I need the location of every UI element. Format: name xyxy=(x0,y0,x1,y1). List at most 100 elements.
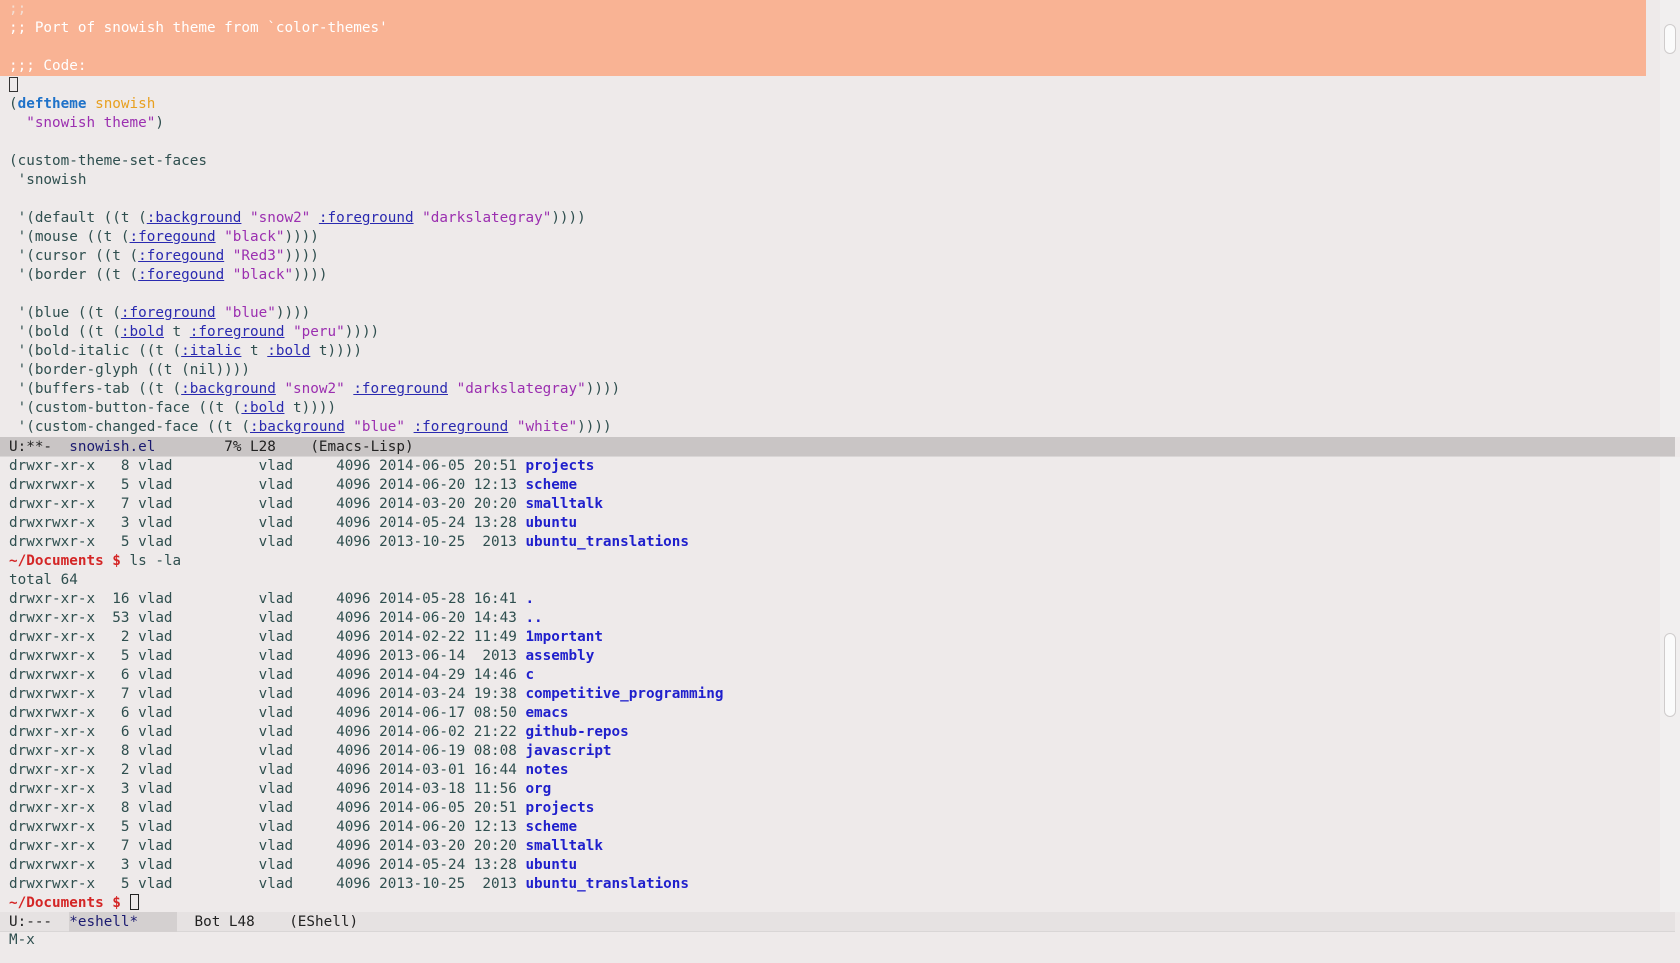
ls-row-meta: drwxrwxr-x 5 vlad vlad 4096 2013-10-25 2… xyxy=(9,876,526,892)
bottom-scrollbar-thumb[interactable] xyxy=(1664,633,1676,717)
face-key[interactable]: :foreground xyxy=(190,324,285,340)
ls-row: drwxrwxr-x 3 vlad vlad 4096 2014-05-24 1… xyxy=(0,514,1660,533)
mode-line-bottom[interactable]: U:--- *eshell* Bot L48 (EShell) xyxy=(0,912,1675,932)
face-key[interactable]: :foregound xyxy=(138,267,224,283)
face-key[interactable]: :background xyxy=(147,210,242,226)
ls-row-meta: drwxrwxr-x 7 vlad vlad 4096 2014-03-24 1… xyxy=(9,686,526,702)
mode-line-major-mode[interactable]: (EShell) xyxy=(289,914,358,930)
face-key[interactable]: :foreground xyxy=(319,210,414,226)
face-key[interactable]: :foregound xyxy=(130,229,216,245)
ls-row-dirname[interactable]: projects xyxy=(525,800,594,816)
keyword-deftheme: deftheme xyxy=(17,96,87,112)
ls-row-dirname[interactable]: ubuntu xyxy=(525,857,577,873)
ls-row: drwxr-xr-x 6 vlad vlad 4096 2014-06-02 2… xyxy=(0,723,1660,742)
face-line-mouse: '(mouse ((t (:foregound "black")))) xyxy=(9,229,319,245)
ls-row-meta: drwxrwxr-x 3 vlad vlad 4096 2014-05-24 1… xyxy=(9,857,526,873)
ls-row-dirname[interactable]: scheme xyxy=(525,819,577,835)
ls-row-dirname[interactable]: projects xyxy=(525,458,594,474)
ls-row-meta: drwxr-xr-x 7 vlad vlad 4096 2014-03-20 2… xyxy=(9,838,526,854)
face-key[interactable]: :bold xyxy=(121,324,164,340)
face-key[interactable]: :foreground xyxy=(414,419,509,435)
ls-row-dirname[interactable]: javascript xyxy=(525,743,611,759)
ls-row-dirname[interactable]: ubuntu_translations xyxy=(525,876,689,892)
mode-line-position: Bot L48 xyxy=(194,914,255,930)
theme-name: snowish xyxy=(95,96,156,112)
face-key[interactable]: :foreground xyxy=(121,305,216,321)
mode-line-major-mode[interactable]: (Emacs-Lisp) xyxy=(310,439,413,455)
top-scrollbar-thumb[interactable] xyxy=(1664,24,1676,54)
ls-row-dirname[interactable]: competitive_programming xyxy=(525,686,723,702)
eshell-input-line[interactable]: ~/Documents $ xyxy=(0,894,1660,912)
ls-row: drwxrwxr-x 6 vlad vlad 4096 2014-06-17 0… xyxy=(0,704,1660,723)
ls-row-meta: drwxrwxr-x 6 vlad vlad 4096 2014-04-29 1… xyxy=(9,667,526,683)
ls-row-dirname[interactable]: assembly xyxy=(525,648,594,664)
ls-row: drwxrwxr-x 5 vlad vlad 4096 2013-10-25 2… xyxy=(0,533,1660,552)
face-key[interactable]: :foreground xyxy=(353,381,448,397)
face-key[interactable]: :bold xyxy=(267,343,310,359)
ls-row: drwxr-xr-x 8 vlad vlad 4096 2014-06-05 2… xyxy=(0,799,1660,818)
face-key[interactable]: :background xyxy=(181,381,276,397)
face-line-bold: '(bold ((t (:bold t :foreground "peru"))… xyxy=(9,324,380,340)
ls-row-dirname[interactable]: emacs xyxy=(525,705,568,721)
mode-line-position: 7% L28 xyxy=(224,439,276,455)
ls-row-dirname[interactable]: org xyxy=(525,781,551,797)
face-line-border: '(border ((t (:foregound "black")))) xyxy=(9,267,328,283)
bottom-scrollbar[interactable] xyxy=(1660,457,1680,912)
ls-row: drwxr-xr-x 8 vlad vlad 4096 2014-06-05 2… xyxy=(0,457,1660,476)
eshell-window[interactable]: drwxr-xr-x 8 vlad vlad 4096 2014-06-05 2… xyxy=(0,457,1660,912)
highlighted-comment-line: ;; Port of snowish theme from `color-the… xyxy=(0,19,1646,38)
ls-row-dirname[interactable]: 1mportant xyxy=(525,629,602,645)
current-listing: drwxr-xr-x 16 vlad vlad 4096 2014-05-28 … xyxy=(0,590,1660,894)
minibuffer[interactable]: M-x xyxy=(0,931,1680,963)
face-key[interactable]: :italic xyxy=(181,343,241,359)
ls-row-dirname[interactable]: github-repos xyxy=(525,724,628,740)
ls-row: drwxr-xr-x 53 vlad vlad 4096 2014-06-20 … xyxy=(0,609,1660,628)
ls-row: drwxr-xr-x 7 vlad vlad 4096 2014-03-20 2… xyxy=(0,837,1660,856)
text-cursor xyxy=(129,894,139,910)
ls-row-meta: drwxrwxr-x 3 vlad vlad 4096 2014-05-24 1… xyxy=(9,515,526,531)
ls-row-dirname[interactable]: notes xyxy=(525,762,568,778)
top-scrollbar[interactable] xyxy=(1660,0,1680,437)
ls-row-dirname[interactable]: .. xyxy=(525,610,542,626)
ls-row: drwxrwxr-x 6 vlad vlad 4096 2014-04-29 1… xyxy=(0,666,1660,685)
face-key[interactable]: :foregound xyxy=(138,248,224,264)
ls-row-dirname[interactable]: . xyxy=(525,591,534,607)
face-key[interactable]: :bold xyxy=(241,400,284,416)
mode-line-top[interactable]: U:**- snowish.el 7% L28 (Emacs-Lisp) xyxy=(0,437,1675,457)
ls-row-meta: drwxr-xr-x 8 vlad vlad 4096 2014-06-19 0… xyxy=(9,743,526,759)
face-key[interactable]: :background xyxy=(250,419,345,435)
ls-row: drwxr-xr-x 2 vlad vlad 4096 2014-03-01 1… xyxy=(0,761,1660,780)
face-line-custom-button-face: '(custom-button-face ((t (:bold t)))) xyxy=(9,400,337,416)
ls-row: drwxrwxr-x 5 vlad vlad 4096 2013-06-14 2… xyxy=(0,647,1660,666)
face-line-blue: '(blue ((t (:foreground "blue")))) xyxy=(9,305,311,321)
mode-line-buffer-name[interactable]: snowish.el xyxy=(69,439,155,455)
editor-window-snowish[interactable]: ;; ;; Port of snowish theme from `color-… xyxy=(0,0,1660,437)
ls-row-meta: drwxr-xr-x 8 vlad vlad 4096 2014-06-05 2… xyxy=(9,458,526,474)
ls-row-meta: drwxr-xr-x 7 vlad vlad 4096 2014-03-20 2… xyxy=(9,496,526,512)
ls-row-dirname[interactable]: ubuntu_translations xyxy=(525,534,689,550)
ls-row-dirname[interactable]: smalltalk xyxy=(525,496,602,512)
ls-row-meta: drwxrwxr-x 5 vlad vlad 4096 2013-10-25 2… xyxy=(9,534,526,550)
ls-row-dirname[interactable]: c xyxy=(525,667,534,683)
eshell-prompt: ~/Documents $ xyxy=(9,553,121,569)
eshell-prompt: ~/Documents $ xyxy=(9,895,121,911)
ls-row-meta: drwxrwxr-x 5 vlad vlad 4096 2014-06-20 1… xyxy=(9,477,526,493)
ls-row-meta: drwxr-xr-x 2 vlad vlad 4096 2014-03-01 1… xyxy=(9,762,526,778)
ls-row: drwxr-xr-x 3 vlad vlad 4096 2014-03-18 1… xyxy=(0,780,1660,799)
ls-total: total 64 xyxy=(9,572,78,588)
ls-row-dirname[interactable]: smalltalk xyxy=(525,838,602,854)
mode-line-buffer-name[interactable]: *eshell* xyxy=(69,912,178,932)
ls-row-meta: drwxrwxr-x 6 vlad vlad 4096 2014-06-17 0… xyxy=(9,705,526,721)
mode-line-status: U:--- xyxy=(9,914,70,930)
code-line: (custom-theme-set-faces xyxy=(9,153,207,169)
ls-row: drwxrwxr-x 3 vlad vlad 4096 2014-05-24 1… xyxy=(0,856,1660,875)
ls-row: drwxrwxr-x 7 vlad vlad 4096 2014-03-24 1… xyxy=(0,685,1660,704)
ls-row-meta: drwxr-xr-x 2 vlad vlad 4096 2014-02-22 1… xyxy=(9,629,526,645)
text-cursor xyxy=(9,77,18,92)
cursor-line xyxy=(0,76,1660,95)
ls-row-dirname[interactable]: scheme xyxy=(525,477,577,493)
ls-row-dirname[interactable]: ubuntu xyxy=(525,515,577,531)
ls-row-meta: drwxr-xr-x 8 vlad vlad 4096 2014-06-05 2… xyxy=(9,800,526,816)
